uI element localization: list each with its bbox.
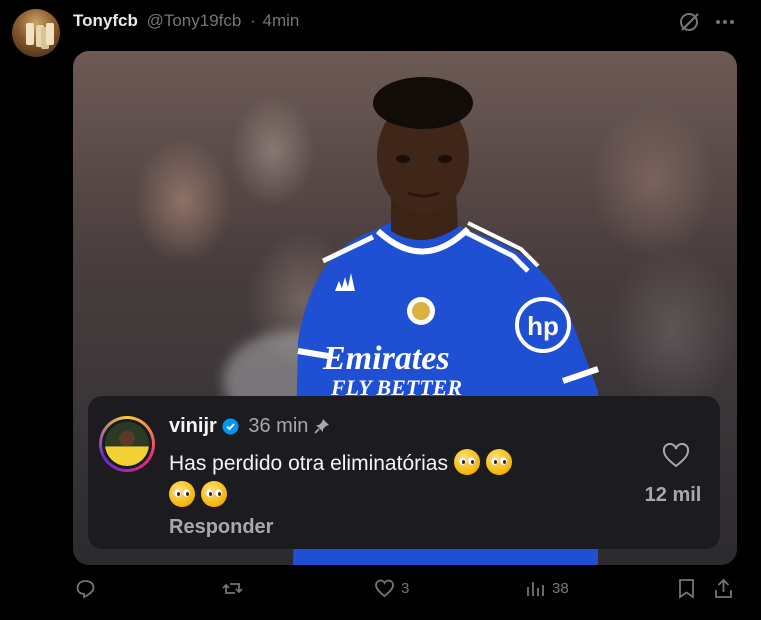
tweet-header: Tonyfcb @Tony19fcb · 4min xyxy=(73,11,299,31)
separator: · xyxy=(250,11,256,30)
retweet-button[interactable] xyxy=(222,578,249,599)
retweet-icon xyxy=(222,583,243,594)
reply-button[interactable] xyxy=(75,578,102,599)
comment-avatar[interactable] xyxy=(99,416,155,472)
comment-likes: 12 mil xyxy=(644,484,702,506)
like-button[interactable]: 3 xyxy=(374,578,409,599)
share-icon xyxy=(715,578,732,598)
reply-link[interactable]: Responder xyxy=(169,516,273,539)
author-handle[interactable]: @Tony19fcb xyxy=(147,11,242,30)
pleading-face-emoji xyxy=(453,449,480,475)
pleading-face-emoji xyxy=(201,481,227,507)
author-name[interactable]: Tonyfcb xyxy=(73,11,138,30)
tweet-actions: 3 38 xyxy=(0,578,761,608)
comment-username[interactable]: vinijr xyxy=(169,415,217,437)
bookmark-icon xyxy=(679,579,694,599)
share-button[interactable] xyxy=(713,578,734,599)
reply-icon xyxy=(76,580,95,599)
pleading-face-emoji xyxy=(485,449,512,475)
comment-text-content: Has perdido otra eliminatórias xyxy=(169,452,448,475)
views-icon xyxy=(527,582,544,596)
comment-time: 36 min xyxy=(248,415,309,437)
views-button[interactable]: 38 xyxy=(525,578,569,599)
grok-icon[interactable] xyxy=(677,10,703,34)
comment-header: vinijr 36 min xyxy=(169,414,330,438)
author-avatar[interactable] xyxy=(12,9,60,57)
pin-icon xyxy=(314,419,330,434)
heart-icon[interactable] xyxy=(662,443,690,469)
bookmark-button[interactable] xyxy=(676,578,697,599)
more-icon[interactable] xyxy=(712,10,738,34)
like-icon xyxy=(375,579,394,598)
like-count: 3 xyxy=(401,580,410,597)
sponsor-badge-text: hp xyxy=(527,311,559,341)
verified-icon xyxy=(222,418,239,435)
instagram-comment: vinijr 36 min Has perdido otra eliminató… xyxy=(88,396,720,549)
jersey-text-1: Emirates xyxy=(322,340,450,377)
comment-text: Has perdido otra eliminatórias xyxy=(169,448,619,512)
views-count: 38 xyxy=(552,580,569,597)
tweet-time[interactable]: 4min xyxy=(263,11,300,30)
pleading-face-emoji xyxy=(169,481,195,507)
